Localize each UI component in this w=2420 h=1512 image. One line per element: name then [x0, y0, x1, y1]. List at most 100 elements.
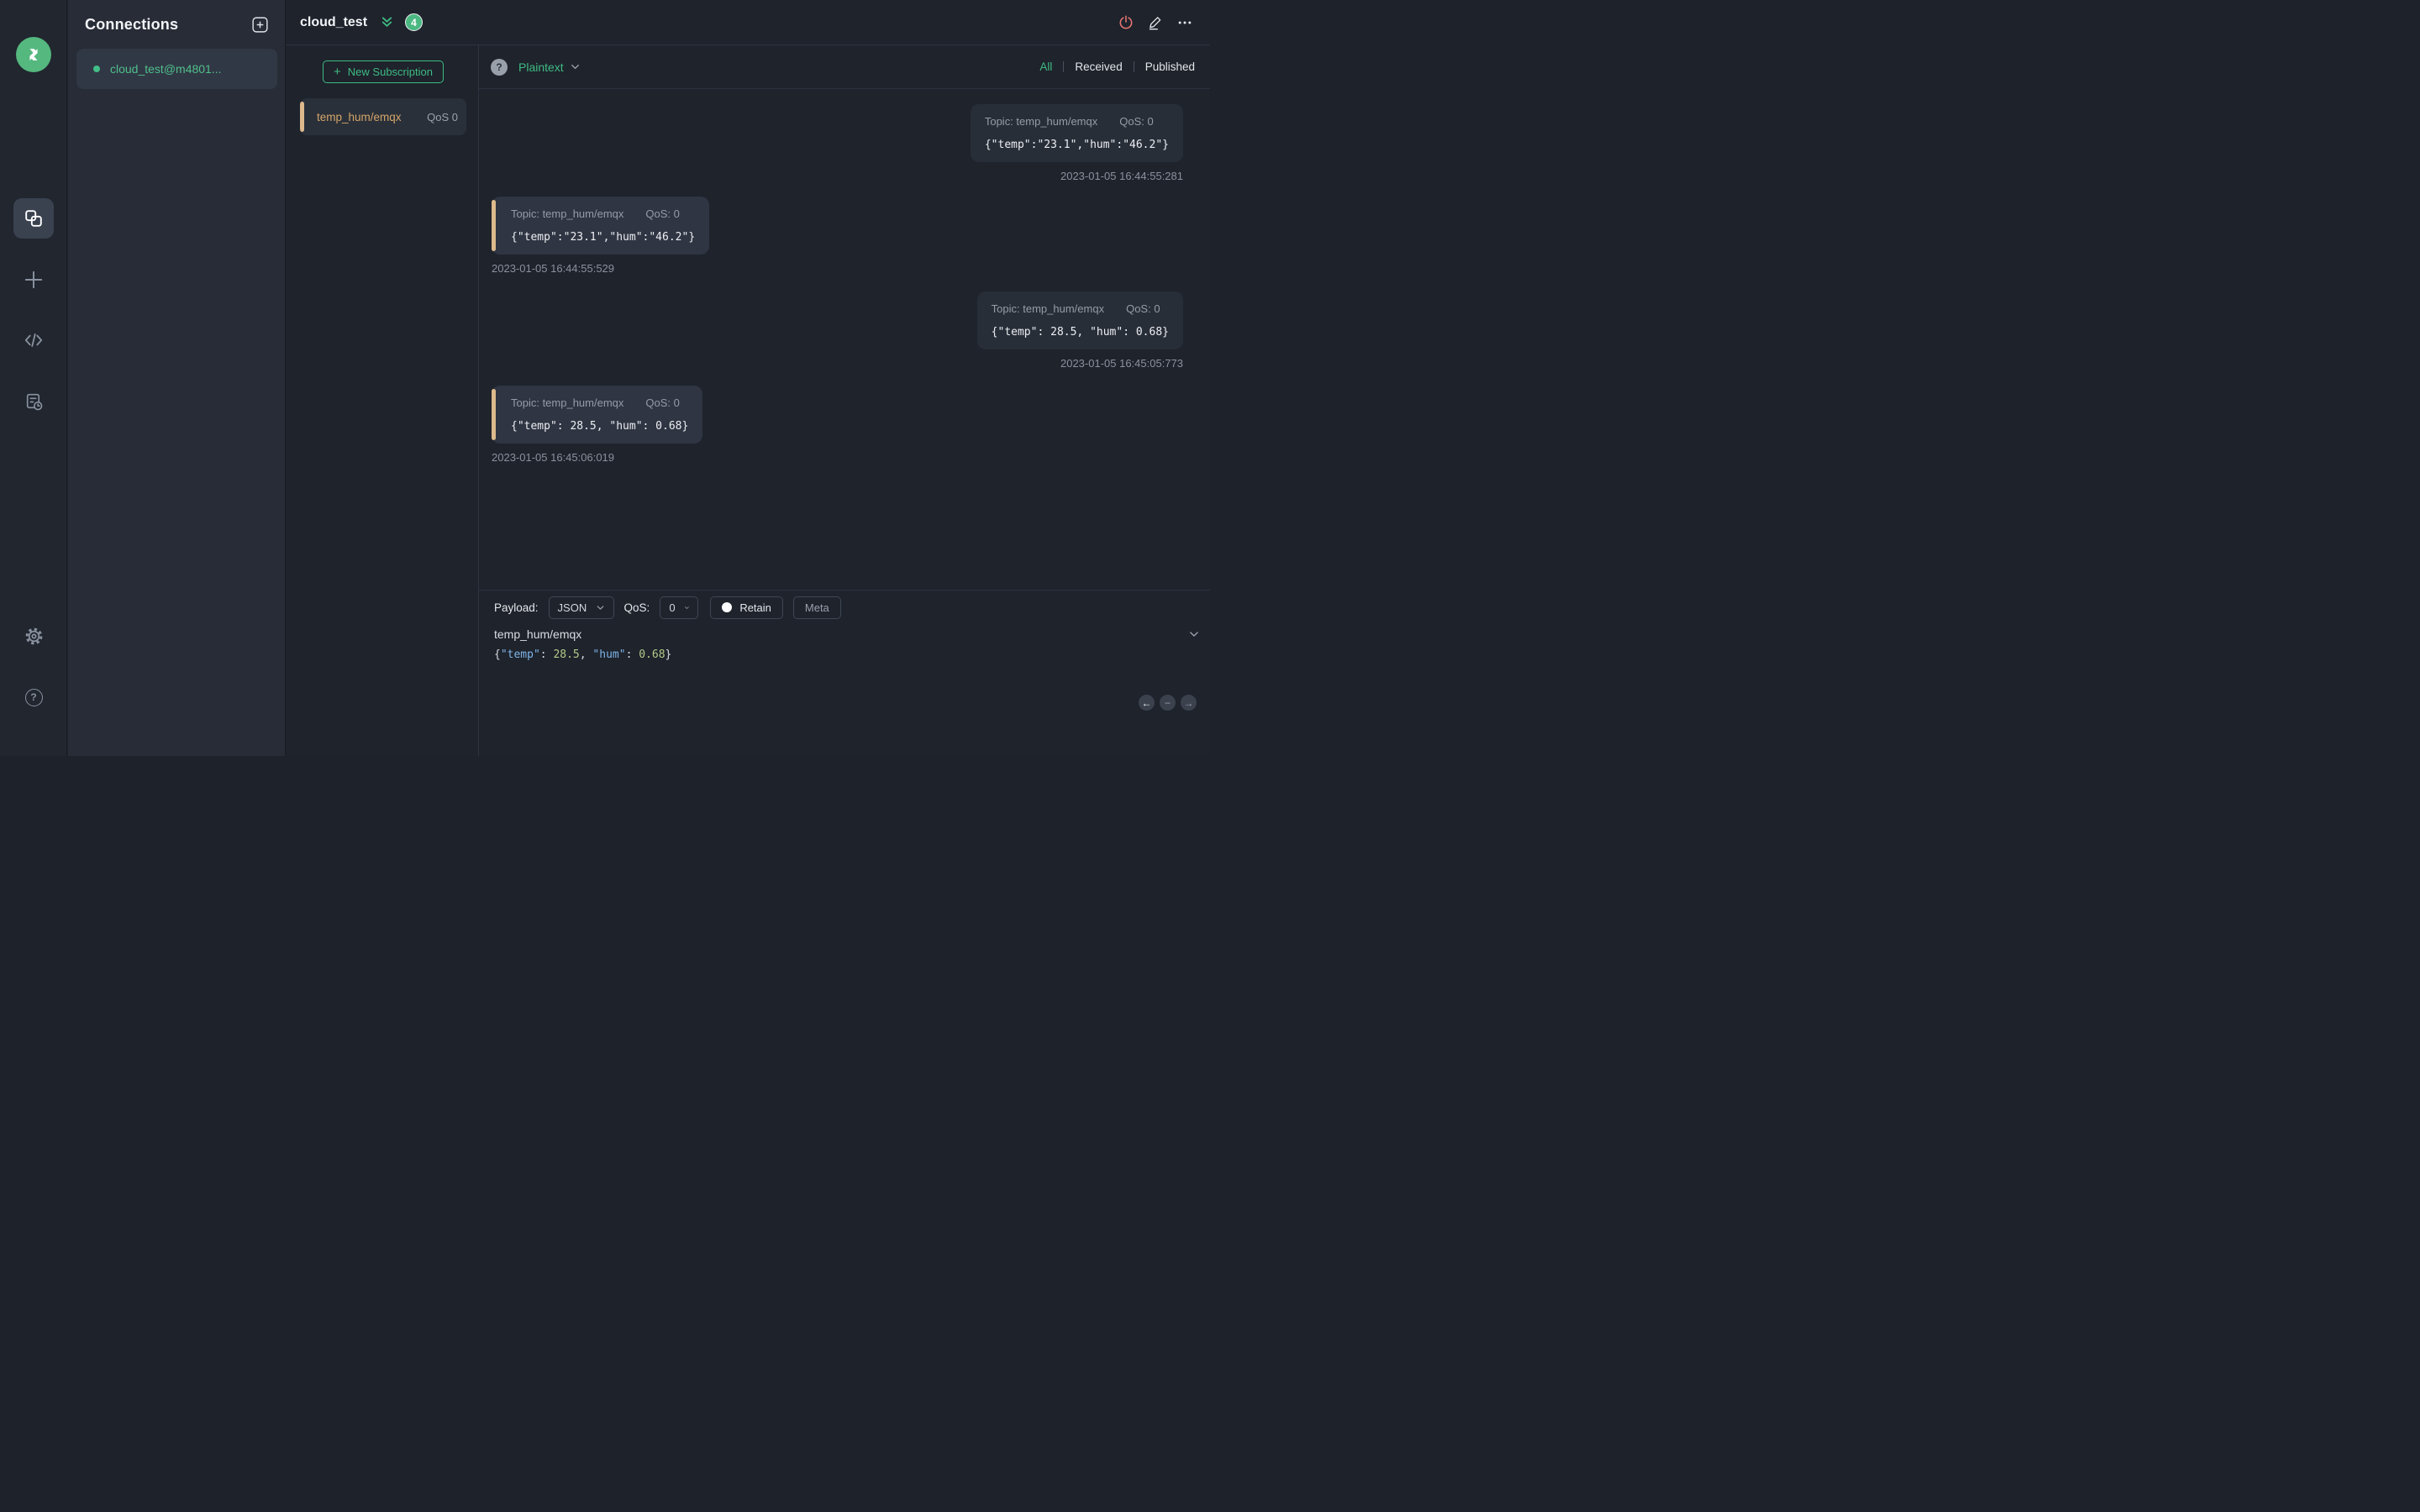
filter-all[interactable]: All — [1039, 60, 1052, 73]
message-filters: All Received Published — [1039, 60, 1195, 73]
icon-rail: ? — [0, 0, 67, 756]
subscription-qos: QoS 0 — [427, 110, 458, 123]
meta-button[interactable]: Meta — [792, 596, 841, 619]
history-remove-button[interactable]: − — [1160, 695, 1176, 711]
payload-format-select[interactable]: JSON — [548, 596, 614, 619]
payload-format-value: JSON — [557, 601, 587, 614]
message-qos: QoS: 0 — [1126, 302, 1160, 315]
sidebar-item-settings[interactable] — [17, 619, 50, 653]
retain-label: Retain — [739, 601, 771, 614]
topic-input[interactable] — [494, 627, 830, 641]
retain-dot-icon — [722, 602, 733, 612]
help-glyph: ? — [30, 691, 37, 703]
message-bubble[interactable]: Topic: temp_hum/emqx QoS: 0 {"temp": 28.… — [976, 291, 1183, 349]
add-connection-button[interactable] — [251, 16, 268, 33]
message-qos: QoS: 0 — [645, 396, 680, 409]
connection-item[interactable]: cloud_test@m4801... — [76, 49, 277, 89]
message-topic: Topic: temp_hum/emqx — [511, 207, 624, 220]
topbar-actions — [1118, 14, 1193, 31]
connections-icon — [25, 210, 42, 227]
collapse-all-button[interactable] — [379, 14, 395, 30]
message-payload: {"temp": 28.5, "hum": 0.68} — [991, 326, 1169, 339]
edit-connection-button[interactable] — [1147, 14, 1164, 31]
connection-title: cloud_test — [300, 14, 368, 29]
format-selected: Plaintext — [518, 60, 564, 74]
message-timestamp: 2023-01-05 16:45:06:019 — [492, 451, 615, 464]
gear-icon — [25, 627, 42, 644]
sidebar-item-new-connection[interactable] — [17, 263, 50, 297]
filter-divider — [1063, 61, 1065, 72]
connection-topbar: cloud_test 4 — [286, 0, 1210, 45]
message-received: Topic: temp_hum/emqx QoS: 0 {"temp":"23.… — [492, 197, 710, 275]
plus-icon: + — [334, 65, 341, 79]
message-payload: {"temp": 28.5, "hum": 0.68} — [511, 420, 689, 433]
retain-toggle[interactable]: Retain — [710, 596, 783, 619]
connections-title: Connections — [85, 15, 179, 33]
message-meta: Topic: temp_hum/emqx QoS: 0 — [992, 302, 1169, 315]
plus-icon — [24, 270, 43, 289]
chevron-down-icon — [571, 64, 579, 70]
message-bubble[interactable]: Topic: temp_hum/emqx QoS: 0 {"temp":"23.… — [970, 104, 1183, 162]
new-subscription-label: New Subscription — [347, 66, 433, 78]
mqttx-logo-icon — [29, 49, 38, 60]
plus-square-icon — [251, 16, 268, 33]
qos-label: QoS: — [623, 601, 650, 614]
messages-panel: ? Plaintext All Received Published Topic… — [479, 45, 1210, 756]
filter-published[interactable]: Published — [1145, 60, 1195, 73]
ellipsis-icon — [1178, 21, 1192, 24]
message-bubble[interactable]: Topic: temp_hum/emqx QoS: 0 {"temp":"23.… — [492, 197, 710, 255]
code-icon — [24, 333, 43, 347]
message-history-nav: ← − → — [1139, 695, 1197, 711]
meta-label: Meta — [804, 601, 829, 614]
new-subscription-button[interactable]: + New Subscription — [323, 60, 444, 83]
chevron-down-icon — [1190, 632, 1198, 637]
sidebar-item-script[interactable] — [17, 323, 50, 357]
message-topic: Topic: temp_hum/emqx — [984, 115, 1098, 128]
subscriptions-panel: + New Subscription temp_hum/emqx QoS 0 — [286, 45, 479, 756]
messages-toolbar: ? Plaintext All Received Published — [479, 45, 1210, 89]
mqttx-logo — [16, 37, 51, 72]
subscription-topic: temp_hum/emqx — [317, 110, 402, 123]
message-meta: Topic: temp_hum/emqx QoS: 0 — [985, 115, 1169, 128]
message-published: Topic: temp_hum/emqx QoS: 0 {"temp": 28.… — [976, 291, 1183, 370]
publish-panel: Payload: JSON QoS: 0 Retain Meta temp_hu… — [479, 590, 1210, 756]
qos-select[interactable]: 0 — [660, 596, 699, 619]
sidebar-item-connections[interactable] — [13, 198, 54, 239]
message-qos: QoS: 0 — [1119, 115, 1154, 128]
connection-status-dot — [93, 66, 100, 72]
message-received: Topic: temp_hum/emqx QoS: 0 {"temp": 28.… — [492, 386, 703, 464]
format-dropdown[interactable]: Plaintext — [518, 60, 581, 74]
history-forward-button[interactable]: → — [1181, 695, 1197, 711]
message-meta: Topic: temp_hum/emqx QoS: 0 — [511, 396, 688, 409]
unread-count-badge: 4 — [405, 13, 424, 31]
payload-editor[interactable]: {"temp": 28.5, "hum": 0.68} — [494, 648, 671, 662]
sidebar-item-log[interactable] — [17, 385, 50, 418]
message-topic: Topic: temp_hum/emqx — [991, 302, 1105, 315]
message-published: Topic: temp_hum/emqx QoS: 0 {"temp":"23.… — [970, 104, 1183, 182]
payload-help-icon[interactable]: ? — [491, 58, 508, 76]
connections-panel: Connections cloud_test@m4801... — [68, 0, 286, 756]
collapse-editor-button[interactable] — [1188, 628, 1200, 640]
disconnect-button[interactable] — [1118, 14, 1134, 31]
history-back-button[interactable]: ← — [1139, 695, 1155, 711]
chevron-down-icon — [597, 605, 603, 610]
message-timestamp: 2023-01-05 16:44:55:529 — [492, 262, 615, 275]
mqttx-window: ? Connections cloud_test@m4801... cloud_… — [0, 0, 1210, 756]
sidebar-item-help[interactable]: ? — [17, 680, 50, 714]
chevron-down-icon — [684, 606, 689, 609]
subscription-item[interactable]: temp_hum/emqx QoS 0 — [300, 98, 466, 135]
help-icon: ? — [24, 688, 43, 706]
filter-received[interactable]: Received — [1075, 60, 1122, 73]
more-options-button[interactable] — [1176, 14, 1193, 31]
message-bubble[interactable]: Topic: temp_hum/emqx QoS: 0 {"temp": 28.… — [492, 386, 703, 444]
log-icon — [26, 393, 42, 410]
question-glyph: ? — [496, 60, 502, 73]
connections-header: Connections — [68, 0, 285, 49]
pencil-icon — [1149, 16, 1161, 29]
payload-format-label: Payload: — [494, 601, 539, 614]
connection-name: cloud_test@m4801... — [110, 62, 222, 76]
message-timestamp: 2023-01-05 16:45:05:773 — [1060, 357, 1183, 370]
message-payload: {"temp":"23.1","hum":"46.2"} — [511, 231, 696, 244]
message-list: Topic: temp_hum/emqx QoS: 0 {"temp":"23.… — [479, 89, 1210, 590]
qos-value: 0 — [669, 601, 676, 614]
